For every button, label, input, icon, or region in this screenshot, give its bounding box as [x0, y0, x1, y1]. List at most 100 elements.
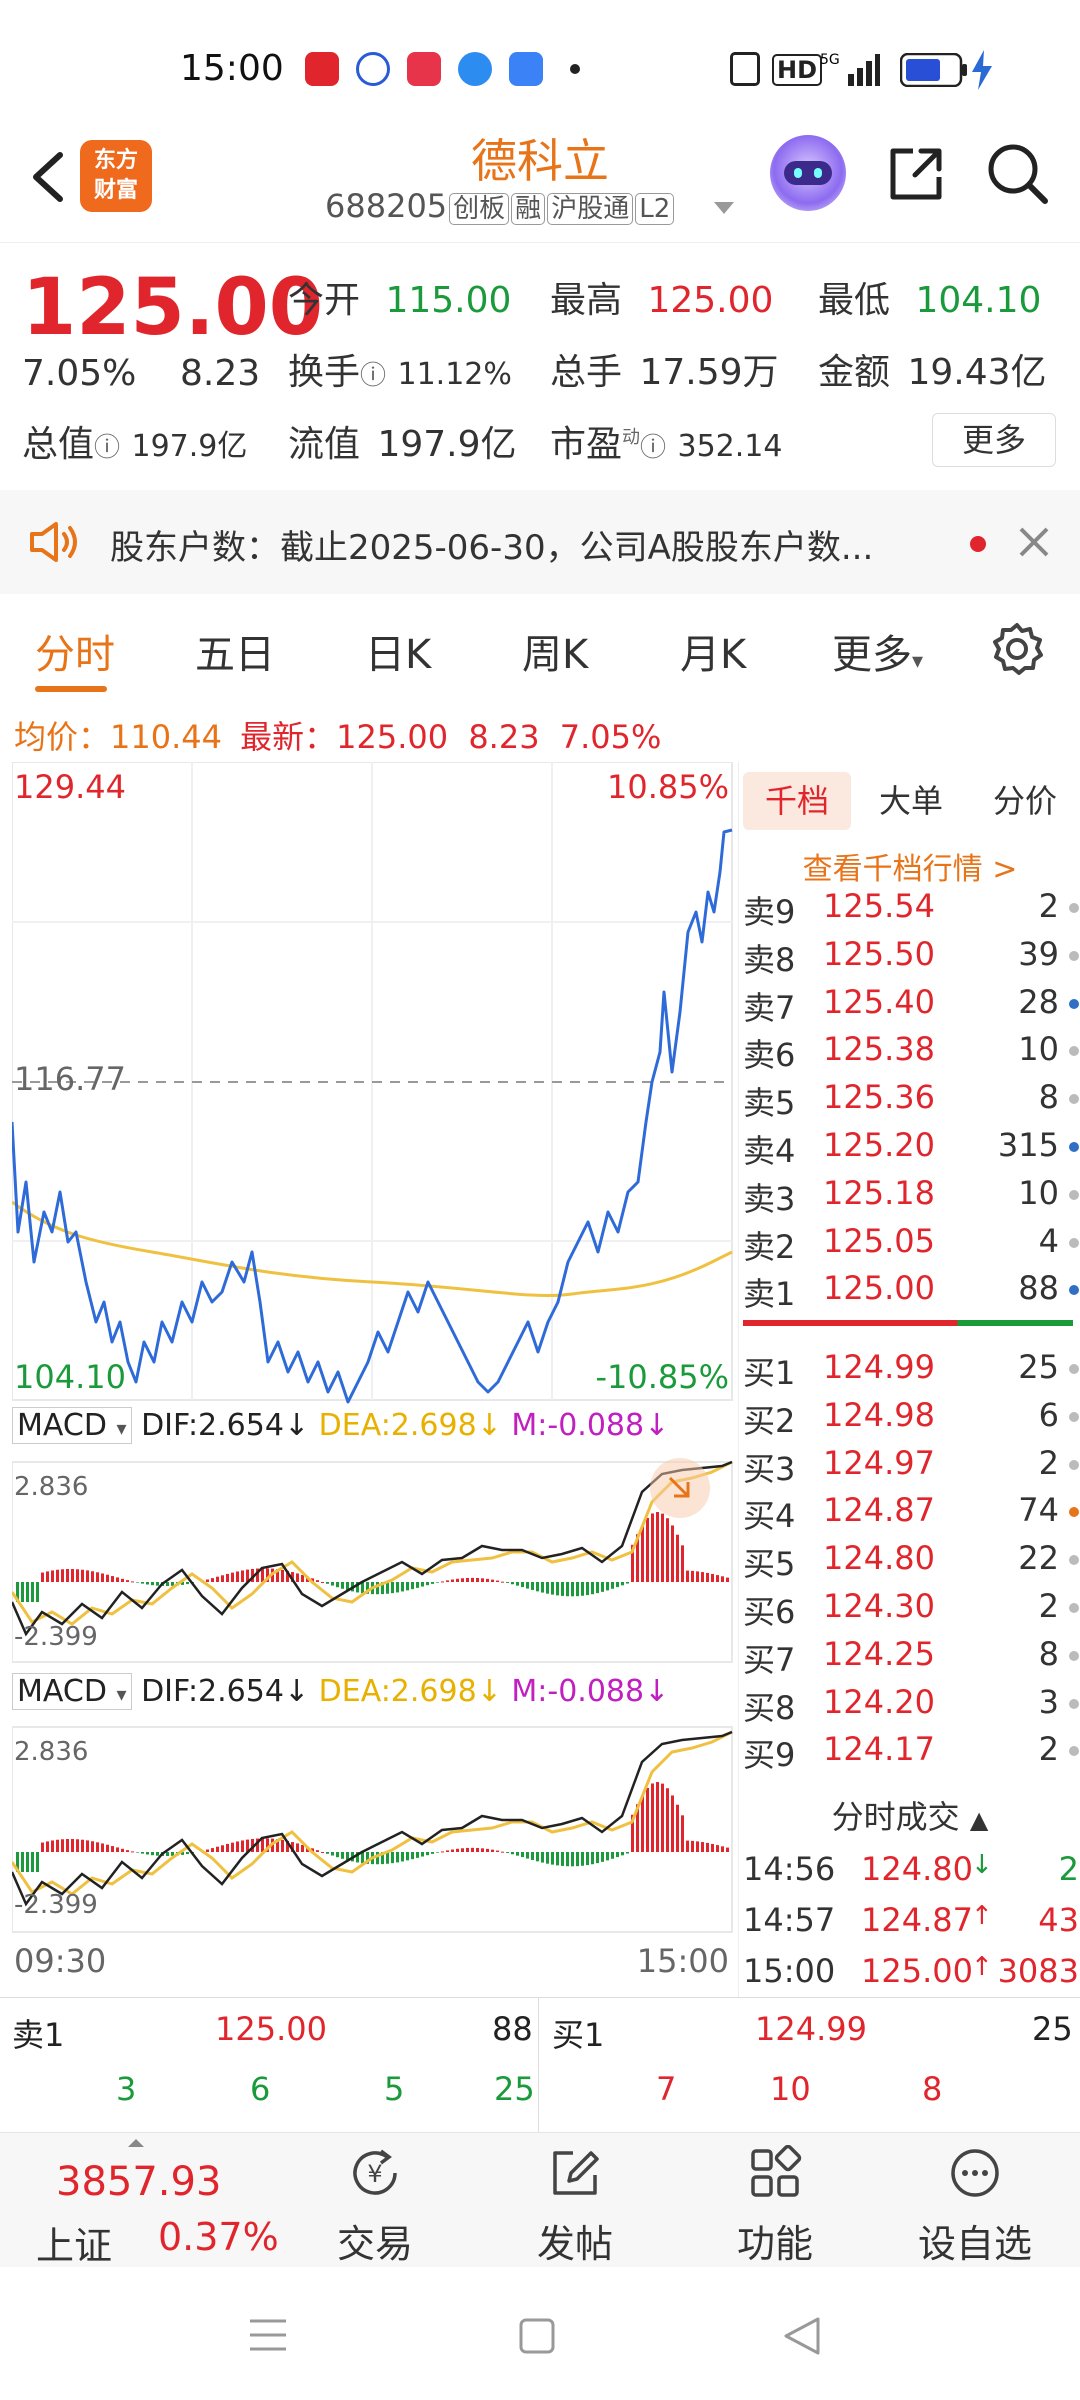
macd1-selector[interactable]: MACD ▾: [12, 1407, 132, 1444]
notice-bar[interactable]: 股东户数：截止2025-06-30，公司A股股东户数...: [0, 490, 1080, 594]
nav-functions[interactable]: 功能: [690, 2133, 860, 2268]
depth-link[interactable]: 查看千档行情 >: [739, 844, 1080, 888]
ask-level-row[interactable]: 卖1 125.00 88: [743, 1269, 1079, 1316]
pe-row: 市盈动ⓘ 352.14: [550, 415, 782, 467]
bid-level-price: 124.20: [823, 1682, 935, 1721]
macd-bar: [621, 1852, 624, 1856]
macd-bar: [711, 1843, 714, 1852]
macd-bar: [401, 1852, 404, 1862]
bid-level-row[interactable]: 买7 124.25 8: [743, 1635, 1079, 1682]
bid-level-row[interactable]: 买9 124.17 2: [743, 1730, 1079, 1777]
trade-yuan-icon: ¥: [353, 2149, 397, 2195]
info-icon[interactable]: ⓘ: [360, 361, 386, 391]
macd-bar: [216, 1846, 219, 1852]
macd-bar: [561, 1852, 564, 1866]
macd-bar: [451, 1849, 454, 1852]
bid-level-row[interactable]: 买6 124.30 2: [743, 1587, 1079, 1634]
nav-add-watchlist[interactable]: 设自选: [890, 2133, 1060, 2268]
bid-level-volume: 25: [1018, 1348, 1059, 1386]
macd-bar: [641, 1795, 644, 1852]
strip-ask-price: 125.00: [215, 2010, 327, 2048]
bottom-nav: 3857.93 上证 0.37% ¥ 交易 发帖 功能 设自选: [0, 2132, 1080, 2268]
macd-bar: [726, 1847, 729, 1852]
ask-queue-order: 5: [384, 2070, 405, 2108]
back-icon[interactable]: [782, 2315, 822, 2357]
macd-bar: [421, 1852, 424, 1857]
stock-code-row[interactable]: 688205 创板融沪股通 L2: [325, 187, 735, 225]
macd-bar: [576, 1852, 579, 1867]
tab-five-day[interactable]: 五日: [195, 622, 275, 680]
macd-bar: [661, 1783, 664, 1852]
index-widget[interactable]: 3857.93 上证 0.37%: [0, 2133, 279, 2268]
book-tab-large-orders[interactable]: 大单: [857, 772, 965, 830]
book-tab-price-dist[interactable]: 分价: [971, 772, 1079, 830]
macd-bar: [546, 1852, 549, 1864]
macd1-header[interactable]: MACD ▾ DIF:2.654↓ DEA:2.698↓ M:-0.088↓: [12, 1407, 669, 1444]
menu-icon[interactable]: [248, 2317, 288, 2353]
ask-level-row[interactable]: 卖3 125.18 10: [743, 1174, 1079, 1221]
market-cap-row: 总值ⓘ 197.9亿: [22, 415, 247, 467]
ask-level-row[interactable]: 卖4 125.20 315: [743, 1126, 1079, 1173]
tab-daily-k[interactable]: 日K: [365, 622, 431, 680]
bid-level-volume: 2: [1038, 1587, 1059, 1625]
macd-bar: [391, 1582, 394, 1594]
bid-level-row[interactable]: 买1 124.99 25: [743, 1348, 1079, 1395]
order-dot-icon: [1069, 1285, 1079, 1296]
macd-bar: [441, 1581, 444, 1583]
ask-level-row[interactable]: 卖7 125.40 28: [743, 983, 1079, 1030]
book-tab-depth[interactable]: 千档: [743, 772, 851, 830]
bid-level-label: 买8: [743, 1688, 796, 1727]
tab-more[interactable]: 更多▾: [832, 622, 923, 680]
macd-bar: [66, 1839, 69, 1852]
macd1-dea: DEA:2.698: [318, 1408, 477, 1443]
ai-assistant-icon[interactable]: [770, 135, 846, 211]
ask-level-row[interactable]: 卖6 125.38 10: [743, 1030, 1079, 1077]
ask-level-row[interactable]: 卖2 125.05 4: [743, 1222, 1079, 1269]
intraday-chart[interactable]: 129.44 10.85% 116.77 104.10 -10.85% MACD…: [12, 762, 735, 1997]
nav-trade[interactable]: ¥ 交易: [290, 2133, 460, 2268]
bid-level-row[interactable]: 买8 124.20 3: [743, 1683, 1079, 1730]
bid-level-row[interactable]: 买5 124.80 22: [743, 1539, 1079, 1586]
search-icon[interactable]: [985, 141, 1051, 207]
tab-weekly-k[interactable]: 周K: [522, 622, 588, 680]
share-icon[interactable]: [885, 143, 947, 205]
macd-bar: [716, 1575, 719, 1582]
ask-level-row[interactable]: 卖8 125.50 39: [743, 935, 1079, 982]
macd-bar: [686, 1570, 689, 1582]
macd-bar: [556, 1582, 559, 1596]
macd-bar: [111, 1846, 114, 1852]
macd-bar: [166, 1852, 169, 1857]
ask-level-label: 卖8: [743, 940, 796, 979]
home-icon[interactable]: [518, 2317, 556, 2355]
macd-bar: [281, 1839, 284, 1852]
ticks-title[interactable]: 分时成交 ▲: [739, 1792, 1080, 1838]
macd1-top-value: 2.836: [14, 1472, 89, 1502]
macd-bar: [81, 1569, 84, 1582]
signal-icon: 5G: [820, 52, 880, 86]
tab-monthly-k[interactable]: 月K: [680, 622, 746, 680]
ask-queue-order: 3: [116, 2070, 137, 2108]
ask-level-row[interactable]: 卖9 125.54 2: [743, 887, 1079, 934]
settings-gear-icon[interactable]: [990, 622, 1044, 676]
tab-intraday[interactable]: 分时: [35, 622, 115, 680]
nav-post[interactable]: 发帖: [490, 2133, 660, 2268]
macd2-selector[interactable]: MACD ▾: [12, 1673, 132, 1710]
unread-dot: [970, 536, 986, 552]
ask-level-row[interactable]: 卖5 125.36 8: [743, 1078, 1079, 1125]
bid-level-row[interactable]: 买4 124.87 74: [743, 1491, 1079, 1538]
macd2-header[interactable]: MACD ▾ DIF:2.654↓ DEA:2.698↓ M:-0.088↓: [12, 1673, 669, 1710]
info-icon[interactable]: ⓘ: [94, 433, 120, 463]
macd-bar: [601, 1852, 604, 1862]
bid-level-row[interactable]: 买2 124.98 6: [743, 1396, 1079, 1443]
macd-bar: [621, 1582, 624, 1586]
macd-bar: [476, 1577, 479, 1582]
axis-top-price: 129.44: [14, 768, 126, 806]
macd-bar: [321, 1851, 324, 1853]
more-button[interactable]: 更多: [932, 413, 1056, 467]
macd-bar: [141, 1582, 144, 1584]
bid-level-row[interactable]: 买3 124.97 2: [743, 1444, 1079, 1491]
info-icon[interactable]: ⓘ: [640, 433, 666, 463]
close-icon[interactable]: [1018, 526, 1050, 558]
ask-level-label: 卖1: [743, 1275, 796, 1314]
macd-bar: [411, 1852, 414, 1860]
